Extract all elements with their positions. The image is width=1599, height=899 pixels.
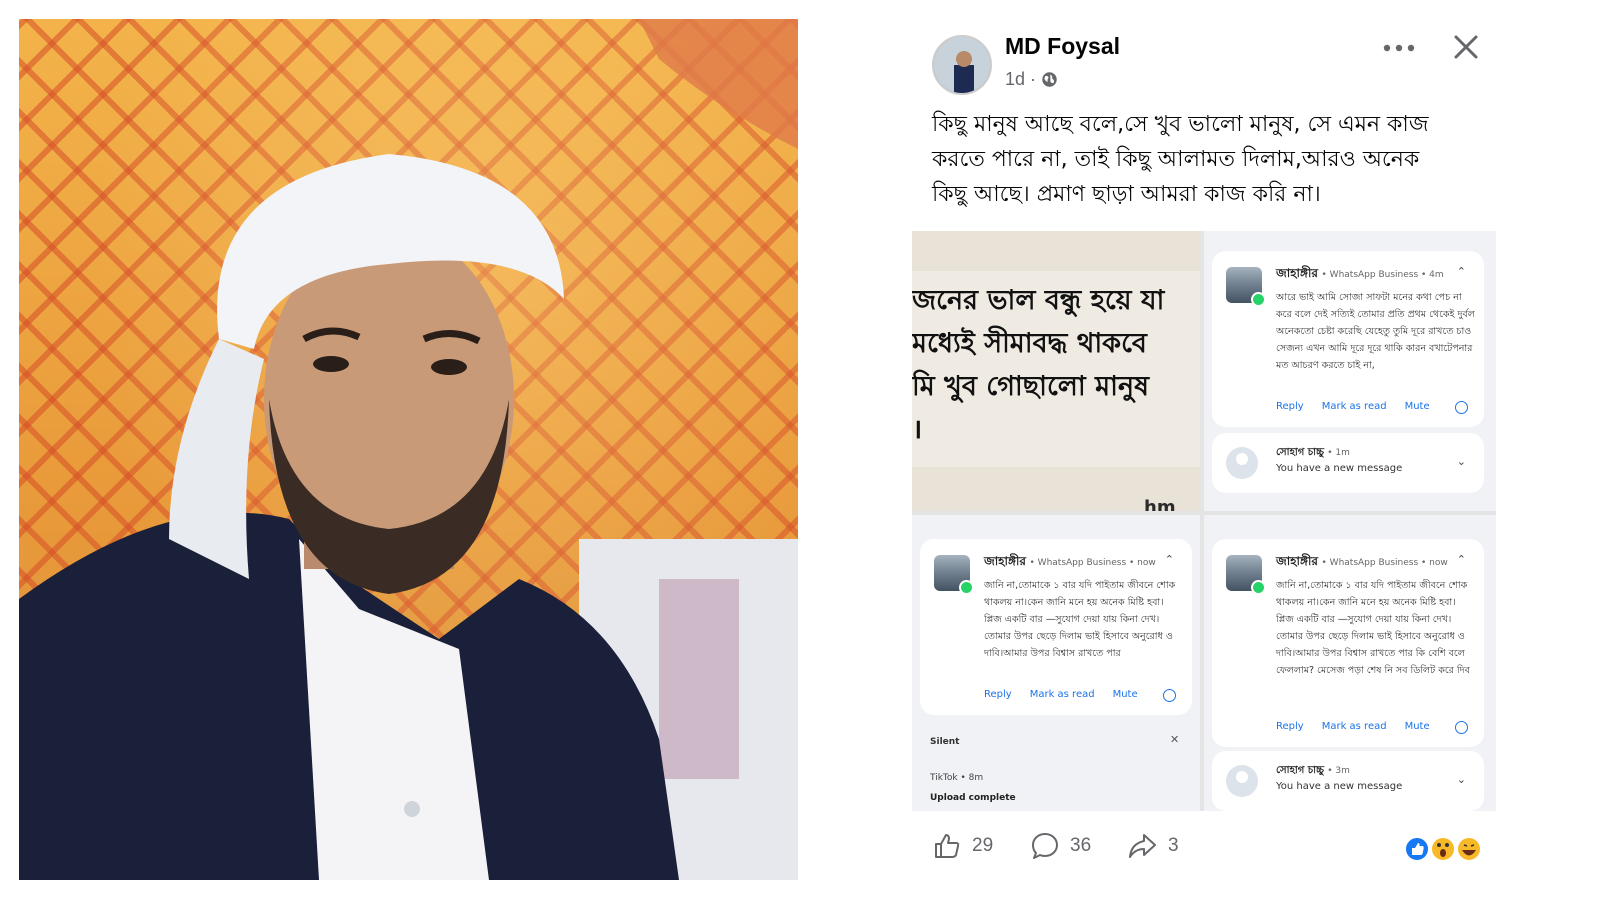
notification-header: জাহাঙ্গীর • WhatsApp Business • 4m xyxy=(1276,265,1444,285)
reply-action: Reply xyxy=(1276,721,1304,732)
mini-time: • 1m xyxy=(1327,448,1350,458)
mini-time: • 3m xyxy=(1327,766,1350,776)
mini-message: You have a new message xyxy=(1276,463,1403,474)
author-avatar[interactable] xyxy=(932,35,992,95)
chevron-up-icon: ⌃ xyxy=(1456,265,1466,278)
notification-screenshot[interactable]: জাহাঙ্গীর • WhatsApp Business • now ⌃ জা… xyxy=(1204,515,1496,811)
post-actions-bar: 29 36 3 xyxy=(912,811,1496,880)
notification-actions: Reply Mark as read Mute xyxy=(984,689,1138,700)
meta-separator: · xyxy=(1030,69,1037,89)
comment-icon xyxy=(1032,833,1058,859)
chat-bg-top xyxy=(912,231,1200,271)
post-header: MD Foysal 1d · xyxy=(912,19,1496,109)
mini-sender: সোহাগ চাচ্চু xyxy=(1276,765,1325,776)
notification-actions: Reply Mark as read Mute xyxy=(1276,401,1430,412)
sender-name: জাহাঙ্গীর xyxy=(984,554,1026,568)
mini-sender: সোহাগ চাচ্চু xyxy=(1276,447,1325,458)
contact-avatar-icon xyxy=(1226,765,1258,797)
notification-body: জানি না,তোমাকে ১ বার যদি পাইতাম জীবনে শো… xyxy=(984,580,1176,659)
contact-avatar-icon xyxy=(1226,447,1258,479)
notification-header: জাহাঙ্গীর • WhatsApp Business • now xyxy=(984,553,1156,573)
profile-photo xyxy=(19,19,798,880)
app-name: • WhatsApp Business • now xyxy=(1029,558,1156,568)
whatsapp-notification: জাহাঙ্গীর • WhatsApp Business • 4m ⌃ আরে… xyxy=(1212,251,1484,427)
like-count: 29 xyxy=(972,835,994,856)
mute-action: Mute xyxy=(1404,401,1430,412)
notification-screenshot[interactable]: জাহাঙ্গীর • WhatsApp Business • now ⌃ জা… xyxy=(912,515,1200,811)
app-name: • WhatsApp Business • now xyxy=(1321,558,1448,568)
chat-line: জনের ভাল বন্ধু হয়ে যা xyxy=(912,285,1165,316)
chat-bg-bottom: hm xyxy=(912,467,1200,511)
facebook-post-card: MD Foysal 1d · কিছু মানুষ আছে বলে,সে খুব… xyxy=(912,19,1496,880)
mini-notification: সোহাগ চাচ্চু • 3m You have a new message… xyxy=(1212,751,1484,811)
snooze-icon xyxy=(1455,721,1468,734)
share-icon xyxy=(1129,834,1156,858)
chat-line: মধ্যেই সীমাবদ্ধ থাকবে xyxy=(912,328,1147,359)
chat-line: । xyxy=(912,414,923,445)
chat-line: মি খুব গোছালো মানুষ xyxy=(912,371,1149,402)
globe-icon xyxy=(1042,72,1057,87)
reaction-summary[interactable] xyxy=(1404,835,1484,863)
comment-button[interactable]: 36 xyxy=(1030,831,1091,861)
mark-read-action: Mark as read xyxy=(1321,721,1387,732)
mini-notification: সোহাগ চাচ্চু • 1m You have a new message… xyxy=(1212,433,1484,493)
upload-status: Upload complete xyxy=(930,793,1016,803)
notification-screenshot[interactable]: জাহাঙ্গীর • WhatsApp Business • 4m ⌃ আরে… xyxy=(1204,231,1496,511)
chevron-up-icon: ⌃ xyxy=(1164,553,1174,566)
chat-message-text: জনের ভাল বন্ধু হয়ে যা মধ্যেই সীমাবদ্ধ থ… xyxy=(912,279,1200,451)
whatsapp-contact-icon xyxy=(1226,267,1266,307)
author-name[interactable]: MD Foysal xyxy=(1005,33,1120,60)
mini-title: সোহাগ চাচ্চু • 1m xyxy=(1276,445,1350,462)
sender-name: জাহাঙ্গীর xyxy=(1276,554,1318,568)
comment-count: 36 xyxy=(1070,835,1092,856)
close-icon[interactable] xyxy=(1450,31,1482,63)
snooze-icon xyxy=(1163,689,1176,702)
post-text: কিছু মানুষ আছে বলে,সে খুব ভালো মানুষ, সে… xyxy=(932,107,1482,212)
mute-action: Mute xyxy=(1404,721,1430,732)
snooze-icon xyxy=(1455,401,1468,414)
sender-name: জাহাঙ্গীর xyxy=(1276,266,1318,280)
post-meta: 1d · xyxy=(1005,69,1058,90)
thumbs-up-icon xyxy=(935,834,960,858)
notification-body: আরে ভাই আমি সোজা সাফটা মনের কথা পেচ না ক… xyxy=(1276,292,1475,371)
more-options-icon[interactable] xyxy=(1382,41,1416,55)
share-count: 3 xyxy=(1168,835,1179,856)
mute-action: Mute xyxy=(1112,689,1138,700)
wow-reaction-icon xyxy=(1430,836,1456,862)
post-text-line: কিছু মানুষ আছে বলে,সে খুব ভালো মানুষ, সে… xyxy=(932,112,1429,137)
mini-title: সোহাগ চাচ্চু • 3m xyxy=(1276,763,1350,780)
chevron-up-icon: ⌃ xyxy=(1456,553,1466,566)
like-button[interactable]: 29 xyxy=(932,831,993,861)
reply-action: Reply xyxy=(984,689,1012,700)
post-text-line: কিছু আছে। প্রমাণ ছাড়া আমরা কাজ করি না। xyxy=(932,182,1321,207)
close-icon: ✕ xyxy=(1170,733,1180,746)
post-text-line: করতে পারে না, তাই কিছু আলামত দিলাম,আরও অ… xyxy=(932,147,1420,172)
post-time[interactable]: 1d xyxy=(1005,69,1025,90)
notification-body: জানি না,তোমাকে ১ বার যদি পাইতাম জীবনে শো… xyxy=(1276,580,1470,676)
chat-fragment: hm xyxy=(1144,497,1176,511)
app-name: • WhatsApp Business • 4m xyxy=(1321,270,1444,280)
chevron-down-icon: ⌄ xyxy=(1456,455,1466,468)
notification-header: জাহাঙ্গীর • WhatsApp Business • now xyxy=(1276,553,1448,573)
mini-message: You have a new message xyxy=(1276,781,1403,792)
attached-screenshots[interactable]: জনের ভাল বন্ধু হয়ে যা মধ্যেই সীমাবদ্ধ থ… xyxy=(912,231,1496,811)
like-reaction-icon xyxy=(1404,836,1430,862)
mark-read-action: Mark as read xyxy=(1321,401,1387,412)
whatsapp-notification: জাহাঙ্গীর • WhatsApp Business • now ⌃ জা… xyxy=(920,539,1192,715)
tiktok-notification: TikTok • 8m xyxy=(930,773,984,783)
chat-screenshot[interactable]: জনের ভাল বন্ধু হয়ে যা মধ্যেই সীমাবদ্ধ থ… xyxy=(912,231,1200,511)
whatsapp-contact-icon xyxy=(934,555,974,595)
share-button[interactable]: 3 xyxy=(1126,831,1179,861)
chevron-down-icon: ⌄ xyxy=(1456,773,1466,786)
whatsapp-contact-icon xyxy=(1226,555,1266,595)
notification-actions: Reply Mark as read Mute xyxy=(1276,721,1430,732)
silent-label: Silent xyxy=(930,737,960,747)
haha-reaction-icon xyxy=(1456,836,1482,862)
whatsapp-notification: জাহাঙ্গীর • WhatsApp Business • now ⌃ জা… xyxy=(1212,539,1484,747)
mark-read-action: Mark as read xyxy=(1029,689,1095,700)
reply-action: Reply xyxy=(1276,401,1304,412)
